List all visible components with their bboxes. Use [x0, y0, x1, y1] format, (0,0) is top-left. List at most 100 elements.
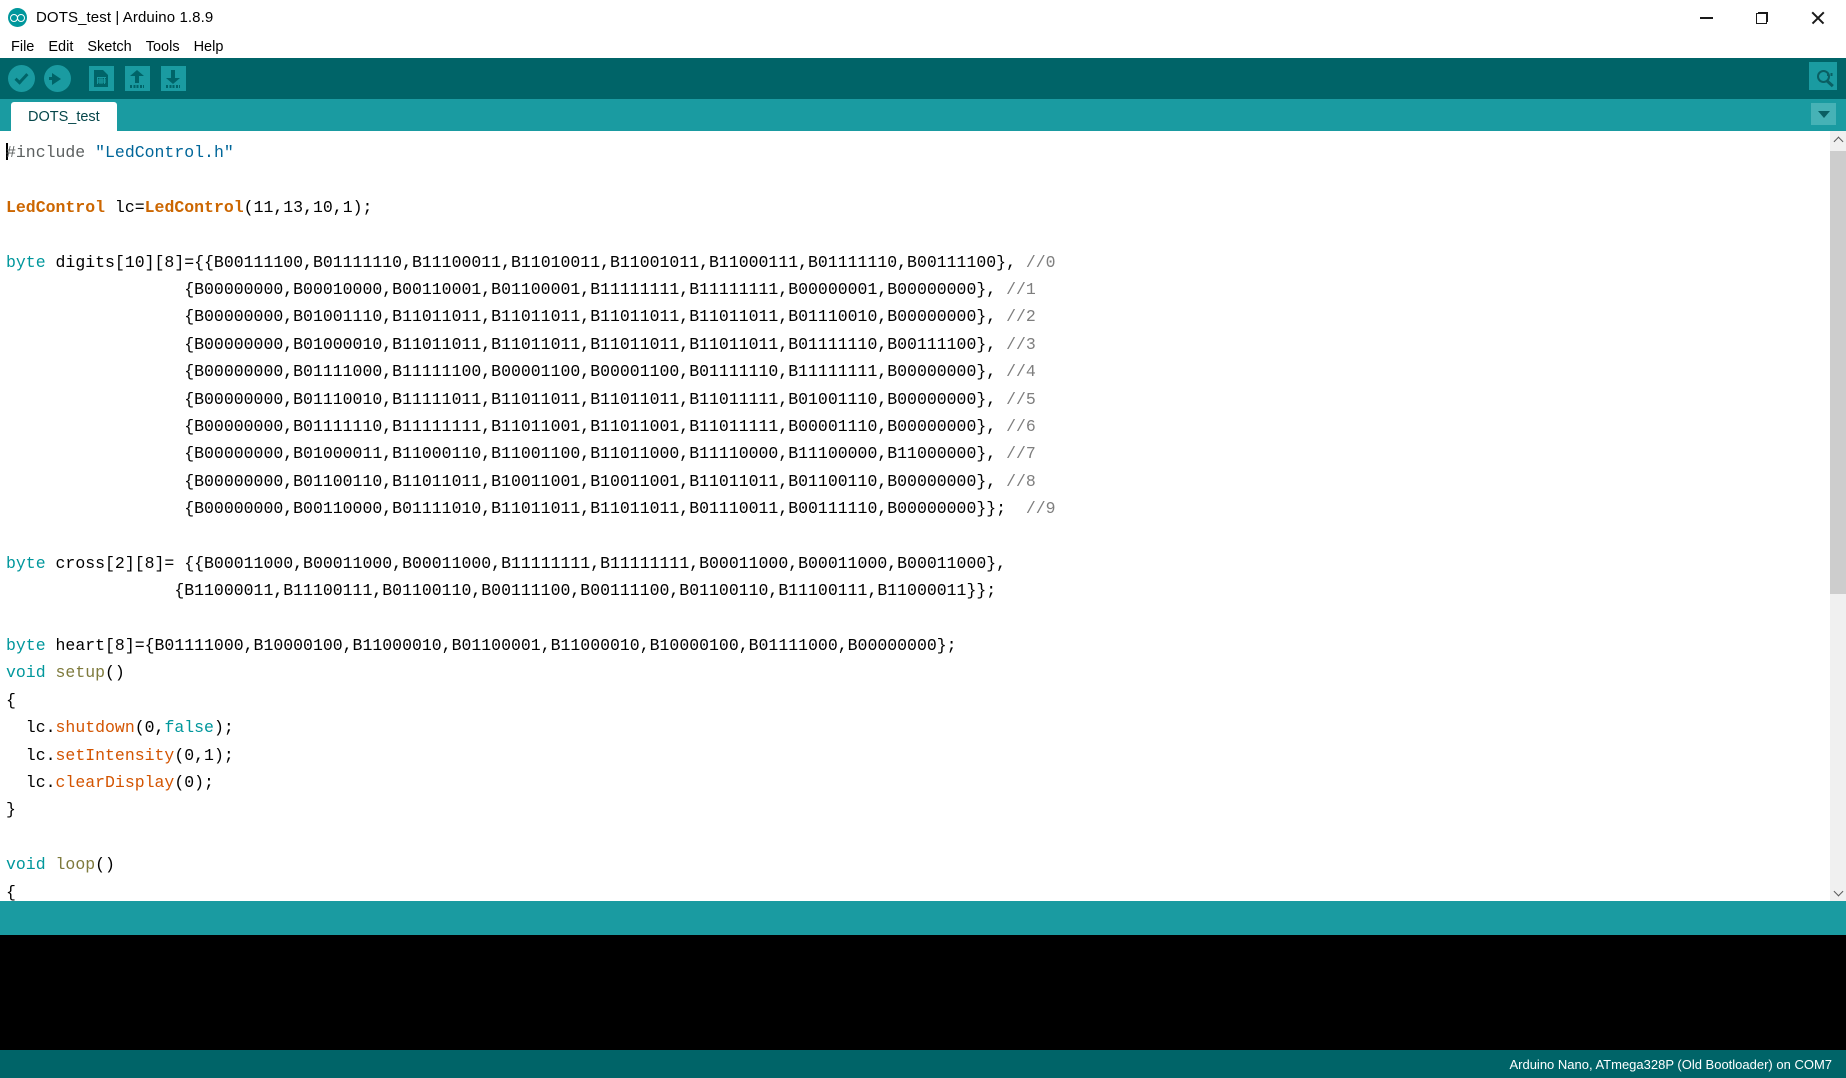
tab-dots-test[interactable]: DOTS_test: [11, 102, 117, 131]
board-info-label: Arduino Nano, ATmega328P (Old Bootloader…: [1509, 1056, 1832, 1072]
scroll-down-button[interactable]: [1830, 884, 1846, 901]
verify-button[interactable]: [4, 62, 38, 96]
code-token: //0: [1025, 252, 1056, 272]
code-token: {B00000000,B01111000,B11111100,B00001100…: [6, 362, 1007, 382]
tab-dropdown-button[interactable]: [1811, 103, 1836, 125]
code-token: {B00000000,B01000010,B11011011,B11011011…: [6, 334, 1007, 354]
code-token: setIntensity: [55, 745, 175, 765]
code-token: (): [105, 663, 125, 683]
window-controls: [1678, 0, 1846, 36]
code-line: {B00000000,B00010000,B00110001,B01100001…: [6, 276, 1829, 303]
code-line: #include "LedControl.h": [6, 139, 1829, 166]
code-editor[interactable]: #include "LedControl.h" LedControl lc=Le…: [0, 131, 1829, 901]
code-line: {: [6, 687, 1829, 714]
code-token: //1: [1006, 279, 1036, 299]
code-token: lc.: [6, 718, 56, 738]
code-token: //4: [1006, 362, 1036, 382]
code-token: {B00000000,B00010000,B00110001,B01100001…: [6, 279, 1007, 299]
menu-sketch[interactable]: Sketch: [80, 37, 138, 57]
code-line: {B00000000,B01111110,B11111111,B11011001…: [6, 413, 1829, 440]
code-token: //8: [1006, 471, 1036, 491]
code-token: (11,13,10,1);: [243, 197, 373, 217]
code-line: {B00000000,B01001110,B11011011,B11011011…: [6, 303, 1829, 330]
title-bar: DOTS_test | Arduino 1.8.9: [0, 0, 1846, 36]
code-line: byte heart[8]={B01111000,B10000100,B1100…: [6, 632, 1829, 659]
code-line: byte digits[10][8]={{B00111100,B01111110…: [6, 249, 1829, 276]
code-token: (0,: [134, 718, 165, 738]
code-token: {: [6, 882, 16, 901]
close-button[interactable]: [1790, 0, 1846, 36]
code-token: {B00000000,B00110000,B01111010,B11011011…: [6, 499, 1026, 519]
close-icon: [1811, 11, 1825, 25]
code-token: lc.: [6, 745, 56, 765]
restore-icon: [1756, 12, 1768, 24]
magnifier-icon: [1809, 62, 1837, 90]
new-button[interactable]: [84, 62, 118, 96]
code-token: {B00000000,B01110010,B11111011,B11011011…: [6, 389, 1007, 409]
code-token: (0);: [174, 772, 214, 792]
toolbar: [0, 58, 1846, 99]
scrollbar-thumb[interactable]: [1830, 151, 1846, 594]
code-token: void: [6, 663, 46, 683]
editor-vertical-scrollbar[interactable]: [1829, 131, 1846, 901]
arduino-ide-window: DOTS_test | Arduino 1.8.9 File Edit Sket…: [0, 0, 1846, 1078]
code-line: {B00000000,B01000011,B11000110,B11001100…: [6, 440, 1829, 467]
code-token: //2: [1006, 307, 1036, 327]
editor-area: #include "LedControl.h" LedControl lc=Le…: [0, 131, 1846, 901]
tab-bar: DOTS_test: [0, 99, 1846, 131]
code-line: {: [6, 879, 1829, 901]
menu-bar: File Edit Sketch Tools Help: [0, 36, 1846, 58]
restore-button[interactable]: [1734, 0, 1790, 36]
serial-monitor-button[interactable]: [1809, 62, 1837, 90]
code-token: }: [6, 800, 16, 820]
code-token: //5: [1006, 389, 1036, 409]
code-line: {B00000000,B01000010,B11011011,B11011011…: [6, 331, 1829, 358]
scroll-up-button[interactable]: [1830, 131, 1846, 148]
code-line: void loop(): [6, 851, 1829, 878]
chevron-down-icon: [1817, 110, 1830, 118]
menu-file[interactable]: File: [4, 37, 41, 57]
minimize-icon: [1699, 17, 1713, 19]
code-token: LedControl: [144, 197, 244, 217]
code-token: lc=: [105, 197, 145, 217]
code-token: (0,1);: [174, 745, 234, 765]
code-token: {B00000000,B01111110,B11111111,B11011001…: [6, 416, 1007, 436]
arrow-right-icon: [43, 65, 71, 92]
save-button[interactable]: [156, 62, 190, 96]
code-token: false: [164, 718, 214, 738]
arrow-down-icon: [160, 66, 186, 91]
code-token: #include: [6, 143, 86, 162]
code-line: LedControl lc=LedControl(11,13,10,1);: [6, 194, 1829, 221]
code-token: {B00000000,B01001110,B11011011,B11011011…: [6, 307, 1007, 327]
code-token: byte: [6, 553, 46, 573]
new-file-icon: [88, 66, 114, 91]
minimize-button[interactable]: [1678, 0, 1734, 36]
code-line: }: [6, 796, 1829, 823]
code-token: byte: [6, 252, 46, 272]
code-token: lc.: [6, 772, 56, 792]
code-token: digits[10][8]={{B00111100,B01111110,B111…: [45, 252, 1026, 272]
check-icon: [7, 65, 35, 92]
code-line: lc.setIntensity(0,1);: [6, 742, 1829, 769]
menu-edit[interactable]: Edit: [41, 37, 80, 57]
console-output: [0, 935, 1846, 1050]
menu-tools[interactable]: Tools: [139, 37, 187, 57]
upload-button[interactable]: [40, 62, 74, 96]
code-line: {B00000000,B01111000,B11111100,B00001100…: [6, 358, 1829, 385]
open-button[interactable]: [120, 62, 154, 96]
code-token: LedControl: [6, 197, 106, 217]
code-token: void: [6, 855, 46, 875]
code-token: heart[8]={B01111000,B10000100,B11000010,…: [45, 636, 957, 656]
code-line: void setup(): [6, 659, 1829, 686]
code-token: byte: [6, 636, 46, 656]
code-token: //7: [1006, 444, 1036, 464]
code-line: lc.shutdown(0,false);: [6, 714, 1829, 741]
menu-help[interactable]: Help: [187, 37, 231, 57]
arrow-up-icon: [124, 66, 150, 91]
